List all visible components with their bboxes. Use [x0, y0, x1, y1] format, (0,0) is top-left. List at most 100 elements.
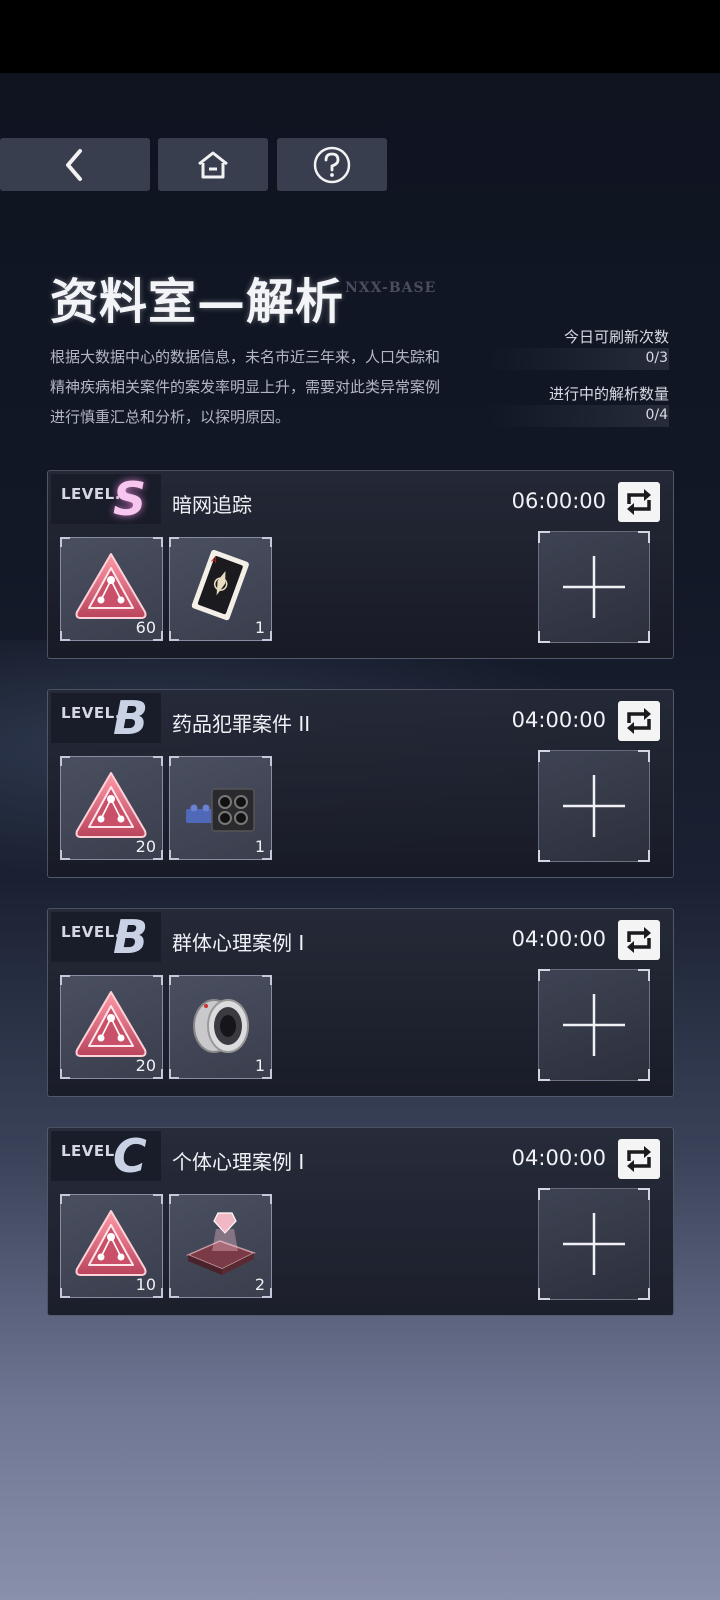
item-corner — [60, 975, 70, 985]
slot-corner — [538, 969, 550, 981]
item-corner — [262, 1288, 272, 1298]
add-slot-button[interactable] — [538, 750, 650, 862]
active-analysis-bar — [488, 405, 669, 427]
reward-item[interactable]: 1 — [169, 975, 272, 1079]
item-corner — [153, 1288, 163, 1298]
case-card[interactable]: LEVEL. S 暗网追踪 06:00:00 60 A 1 — [47, 470, 674, 659]
case-timer: 04:00:00 — [511, 708, 606, 732]
slot-corner — [538, 850, 550, 862]
item-corner — [60, 1069, 70, 1079]
refresh-icon — [627, 489, 651, 515]
item-corner — [60, 537, 70, 547]
item-corner — [262, 850, 272, 860]
case-name: 药品犯罪案件 II — [172, 712, 311, 736]
item-corner — [169, 975, 179, 985]
item-corner — [262, 537, 272, 547]
level-word: LEVEL. — [61, 485, 121, 503]
refresh-button[interactable] — [618, 920, 660, 960]
item-corner — [169, 1194, 179, 1204]
case-card[interactable]: LEVEL. B 药品犯罪案件 II 04:00:00 20 1 — [47, 689, 674, 878]
question-icon — [313, 146, 351, 183]
active-analysis-value: 0/4 — [645, 407, 668, 423]
item-corner — [153, 975, 163, 985]
refresh-button[interactable] — [618, 1139, 660, 1179]
item-corner — [262, 631, 272, 641]
refresh-button[interactable] — [618, 701, 660, 741]
status-bar — [0, 0, 720, 73]
case-name: 个体心理案例 I — [172, 1150, 305, 1174]
slot-corner — [538, 1069, 550, 1081]
refresh-icon — [627, 1146, 651, 1172]
active-analysis-label: 进行中的解析数量 — [548, 385, 669, 403]
reward-item[interactable]: 20 — [60, 756, 163, 860]
plus-icon — [563, 1213, 625, 1275]
help-button[interactable] — [277, 138, 387, 191]
level-letter: S — [113, 472, 147, 526]
item-corner — [262, 975, 272, 985]
pink-triangle-token-icon — [71, 765, 151, 845]
level-badge: LEVEL. B — [51, 691, 161, 745]
case-card[interactable]: LEVEL. C 个体心理案例 I 04:00:00 10 2 — [47, 1127, 674, 1316]
slot-corner — [538, 1188, 550, 1200]
home-button[interactable] — [158, 138, 268, 191]
item-corner — [262, 756, 272, 766]
level-word: LEVEL. — [61, 923, 121, 941]
add-slot-button[interactable] — [538, 531, 650, 643]
pink-triangle-token-icon — [71, 984, 151, 1064]
case-card[interactable]: LEVEL. B 群体心理案例 I 04:00:00 20 1 — [47, 908, 674, 1097]
page-description: 根据大数据中心的数据信息，未名市近三年来，人口失踪和精神疾病相关案件的案发率明显… — [50, 348, 441, 426]
home-icon — [198, 151, 228, 178]
slot-corner — [538, 531, 550, 543]
reward-item[interactable]: 10 — [60, 1194, 163, 1298]
item-corner — [60, 631, 70, 641]
level-word: LEVEL. — [61, 704, 121, 722]
pink-triangle-token-icon — [71, 1203, 151, 1283]
camera-lens-icon — [180, 984, 260, 1064]
case-timer: 04:00:00 — [511, 1146, 606, 1170]
slot-corner — [638, 969, 650, 981]
item-corner — [169, 850, 179, 860]
item-corner — [60, 756, 70, 766]
level-badge: LEVEL. B — [51, 910, 161, 964]
reward-item[interactable]: 2 — [169, 1194, 272, 1298]
reward-item[interactable]: A1 — [169, 537, 272, 641]
refresh-button[interactable] — [618, 482, 660, 522]
slot-corner — [638, 631, 650, 643]
slot-corner — [638, 1069, 650, 1081]
item-corner — [60, 850, 70, 860]
chevron-left-icon — [66, 148, 82, 181]
back-button[interactable] — [0, 138, 150, 191]
item-corner — [169, 756, 179, 766]
item-corner — [60, 1288, 70, 1298]
item-corner — [169, 1288, 179, 1298]
page-tag: NXX-BASE — [345, 280, 437, 296]
slot-corner — [538, 750, 550, 762]
level-letter: B — [113, 691, 149, 745]
item-corner — [153, 537, 163, 547]
reward-item[interactable]: 1 — [169, 756, 272, 860]
item-corner — [262, 1194, 272, 1204]
slot-corner — [638, 1188, 650, 1200]
item-corner — [153, 1194, 163, 1204]
item-corner — [169, 631, 179, 641]
case-timer: 06:00:00 — [511, 489, 606, 513]
reward-item[interactable]: 20 — [60, 975, 163, 1079]
playing-card-icon: A — [180, 546, 260, 626]
reward-item[interactable]: 60 — [60, 537, 163, 641]
case-name: 群体心理案例 I — [172, 931, 305, 955]
building-block-icon — [180, 765, 260, 845]
item-corner — [153, 850, 163, 860]
item-corner — [153, 631, 163, 641]
slot-corner — [638, 1288, 650, 1300]
case-name: 暗网追踪 — [172, 493, 252, 517]
slot-corner — [538, 631, 550, 643]
level-word: LEVEL. — [61, 1142, 121, 1160]
add-slot-button[interactable] — [538, 1188, 650, 1300]
item-corner — [153, 756, 163, 766]
level-badge: LEVEL. S — [51, 472, 161, 526]
refresh-icon — [627, 708, 651, 734]
pink-triangle-token-icon — [71, 546, 151, 626]
add-slot-button[interactable] — [538, 969, 650, 1081]
item-corner — [262, 1069, 272, 1079]
refresh-icon — [627, 927, 651, 953]
